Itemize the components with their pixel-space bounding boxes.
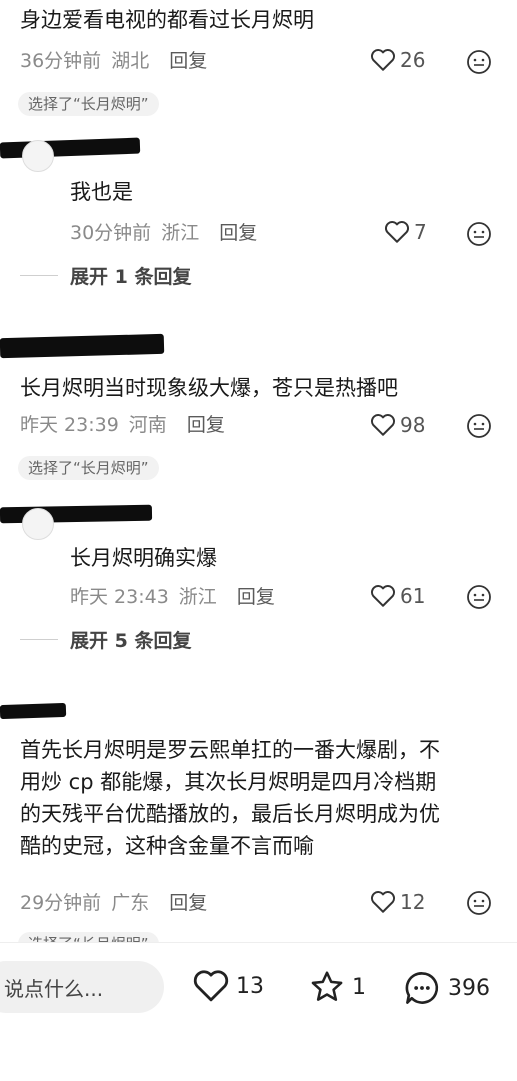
favorite-count: 1 — [352, 974, 366, 1000]
comment-time: 30分钟前 — [70, 222, 152, 244]
dislike-button[interactable] — [466, 413, 492, 443]
star-outline-icon — [311, 971, 343, 1001]
dislike-button[interactable] — [466, 221, 492, 251]
dislike-button[interactable] — [466, 49, 492, 79]
like-count: 12 — [400, 890, 426, 914]
reply-button[interactable]: 回复 — [169, 888, 207, 915]
like-count: 98 — [400, 413, 426, 437]
comment-text-line: 用炒 cp 都能爆，其次长月烬明是四月冷档期 — [20, 770, 437, 794]
like-button[interactable]: 26 — [370, 48, 425, 72]
comment-input[interactable]: 说点什么... — [0, 961, 164, 1013]
heart-outline-icon — [370, 414, 396, 436]
comment-region: 浙江 — [161, 222, 200, 244]
comment-text-block: 首先长月烬明是罗云熙单扛的一番大爆剧，不 用炒 cp 都能爆，其次长月烬明是四月… — [20, 734, 500, 862]
reply-button[interactable]: 回复 — [187, 410, 225, 437]
like-button[interactable]: 7 — [384, 220, 427, 244]
comment-region: 广东 — [111, 892, 150, 914]
like-button[interactable]: 61 — [370, 584, 425, 608]
comment-time: 29分钟前 — [20, 892, 102, 914]
heart-outline-icon — [370, 585, 396, 607]
comments-button[interactable]: 396 — [402, 969, 490, 1007]
choice-tag: 选择了“长月烬明” — [18, 456, 159, 480]
divider — [20, 639, 58, 640]
heart-outline-icon — [370, 49, 396, 71]
like-post-button[interactable]: 13 — [192, 969, 264, 1003]
comment-count: 396 — [448, 975, 490, 1001]
comment-time: 昨天 23:39 — [20, 414, 119, 436]
comment-text-line: 的天残平台优酷播放的，最后长月烬明成为优 — [20, 802, 440, 826]
neutral-face-icon — [467, 414, 491, 438]
comment-text-line: 酷的史冠，这种含金量不言而喻 — [20, 834, 314, 858]
post-like-count: 13 — [236, 973, 264, 999]
reply-button[interactable]: 回复 — [219, 218, 257, 245]
comment-region: 湖北 — [111, 50, 150, 72]
divider — [20, 275, 58, 276]
bottom-action-bar: 说点什么... 13 1 396 — [0, 942, 517, 1081]
comment-region: 河南 — [128, 414, 167, 436]
comment-meta: 36分钟前 湖北 回复 — [20, 46, 207, 73]
heart-outline-icon — [193, 970, 229, 1002]
expand-replies-label: 展开 5 条回复 — [70, 630, 192, 652]
neutral-face-icon — [467, 585, 491, 609]
comment-text: 我也是 — [70, 180, 133, 204]
neutral-face-icon — [467, 891, 491, 915]
heart-outline-icon — [370, 891, 396, 913]
reply-button[interactable]: 回复 — [237, 582, 275, 609]
comment-region: 浙江 — [178, 586, 217, 608]
avatar[interactable] — [22, 140, 54, 172]
redacted-username — [0, 702, 67, 720]
like-button[interactable]: 12 — [370, 890, 425, 914]
comment-text: 身边爱看电视的都看过长月烬明 — [20, 8, 314, 32]
comment-time: 昨天 23:43 — [70, 586, 169, 608]
heart-outline-icon — [384, 221, 410, 243]
comment-text-line: 首先长月烬明是罗云熙单扛的一番大爆剧，不 — [20, 738, 440, 762]
like-count: 26 — [400, 48, 426, 72]
like-count: 61 — [400, 584, 426, 608]
dislike-button[interactable] — [466, 890, 492, 920]
favorite-button[interactable]: 1 — [308, 969, 366, 1005]
avatar[interactable] — [22, 508, 54, 540]
like-button[interactable]: 98 — [370, 413, 425, 437]
comment-meta: 30分钟前 浙江 回复 — [70, 218, 257, 245]
expand-replies-button[interactable]: 展开 5 条回复 — [20, 626, 191, 653]
expand-replies-button[interactable]: 展开 1 条回复 — [20, 262, 191, 289]
chat-bubble-icon — [405, 972, 439, 1004]
dislike-button[interactable] — [466, 584, 492, 614]
like-count: 7 — [414, 220, 427, 244]
comment-meta: 昨天 23:43 浙江 回复 — [70, 582, 275, 609]
comment-time: 36分钟前 — [20, 50, 102, 72]
comment-text: 长月烬明确实爆 — [70, 546, 217, 570]
redacted-username — [0, 333, 165, 359]
reply-button[interactable]: 回复 — [169, 46, 207, 73]
comment-text: 长月烬明当时现象级大爆，苍只是热播吧 — [20, 376, 398, 400]
comment-meta: 29分钟前 广东 回复 — [20, 888, 207, 915]
choice-tag: 选择了“长月烬明” — [18, 92, 159, 116]
expand-replies-label: 展开 1 条回复 — [70, 266, 192, 288]
neutral-face-icon — [467, 222, 491, 246]
neutral-face-icon — [467, 50, 491, 74]
comment-meta: 昨天 23:39 河南 回复 — [20, 410, 225, 437]
